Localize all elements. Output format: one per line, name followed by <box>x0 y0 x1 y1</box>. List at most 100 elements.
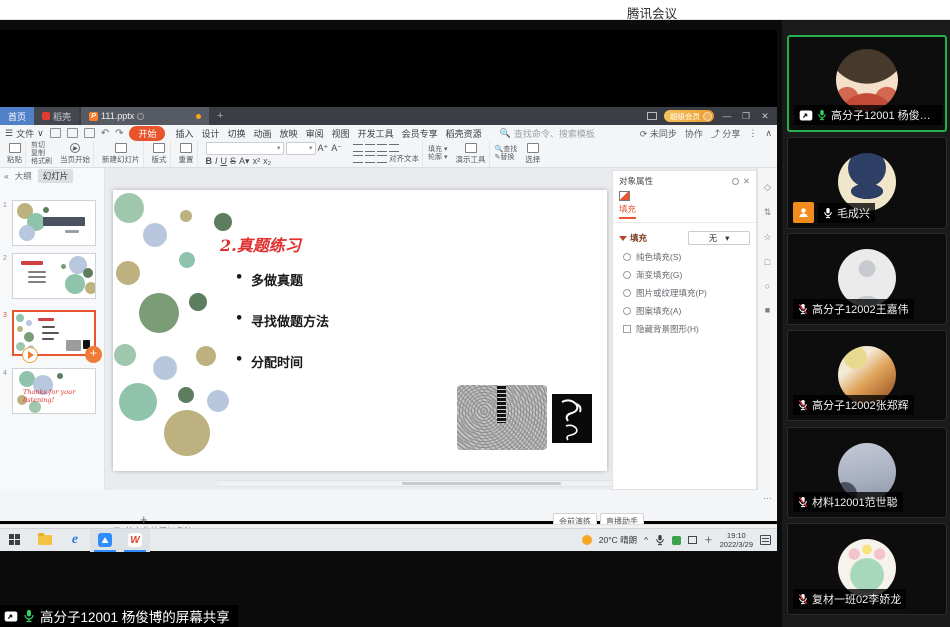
stone-rubbing-image[interactable] <box>457 385 547 450</box>
slide-title[interactable]: 2.真题练习 <box>220 232 301 256</box>
help-tool-icon[interactable]: ○ <box>765 281 770 291</box>
redo-icon[interactable]: ↷ <box>115 128 123 139</box>
participant-tile[interactable]: 高分子12001 杨俊博... <box>787 35 947 132</box>
align-left-icon[interactable] <box>353 155 363 163</box>
seal-calligraphy-image[interactable] <box>552 394 592 443</box>
minimize-button[interactable]: — <box>721 111 733 121</box>
slide-thumbnail-1[interactable] <box>12 200 96 246</box>
close-button[interactable]: ✕ <box>759 111 771 122</box>
line-spacing-icon[interactable] <box>389 144 399 152</box>
skin-tool-icon[interactable]: ◇ <box>764 182 771 193</box>
ribbon-tab[interactable]: 审阅 <box>302 128 328 140</box>
shape-outline-button[interactable]: 轮廓 ▾ <box>428 154 447 162</box>
cloud-sync-button[interactable]: ⟳ 未同步 <box>640 127 677 140</box>
security-tray-icon[interactable] <box>672 536 681 545</box>
notification-center-icon[interactable] <box>760 535 771 545</box>
file-explorer-button[interactable] <box>30 529 60 552</box>
layout-button[interactable]: 版式 <box>149 141 171 167</box>
wps-taskbar-button[interactable]: W <box>120 529 150 552</box>
select-button[interactable]: 选择 <box>522 141 543 167</box>
increase-font-icon[interactable]: A⁺ <box>318 143 329 154</box>
ribbon-tab[interactable]: 动画 <box>250 128 276 140</box>
scrollbar-thumb[interactable] <box>402 482 561 485</box>
ribbon-tab[interactable]: 稻壳资源 <box>442 128 486 140</box>
pane-tool-icon[interactable]: □ <box>765 257 770 267</box>
restore-button[interactable]: ❐ <box>740 111 752 122</box>
reset-button[interactable]: 重置 <box>176 141 198 167</box>
indent-icon[interactable] <box>377 144 387 152</box>
cut-button[interactable]: 剪切 <box>31 142 52 150</box>
layout-switch-icon[interactable] <box>647 112 657 120</box>
undo-icon[interactable]: ↶ <box>101 128 109 139</box>
share-button[interactable]: ⤴ 分享 <box>711 127 741 140</box>
copy-button[interactable]: 复制 <box>31 150 52 158</box>
fill-section-header[interactable]: 填充 无▾ <box>619 231 750 245</box>
ribbon-tab[interactable]: 会员专享 <box>398 128 442 140</box>
tray-expand-icon[interactable]: ^ <box>644 535 648 545</box>
participant-tile[interactable]: 高分子12002张郑辉 <box>787 330 947 421</box>
slide-thumbnail-3-selected[interactable]: + <box>12 310 96 356</box>
weather-text[interactable]: 20°C 晴朗 <box>599 534 637 546</box>
new-document-tab-button[interactable]: + <box>209 107 231 125</box>
fill-option-radio[interactable]: 图片或纹理填充(P) <box>623 287 746 299</box>
fill-type-dropdown[interactable]: 无▾ <box>688 231 750 245</box>
ribbon-tab[interactable]: 插入 <box>171 128 197 140</box>
network-tray-icon[interactable] <box>688 536 697 544</box>
pane-tab-slides[interactable]: 幻灯片 <box>38 169 74 183</box>
font-color-button[interactable]: A▾ <box>239 156 250 167</box>
collapse-pane-icon[interactable]: « <box>4 171 9 181</box>
fill-option-radio[interactable]: 纯色填充(S) <box>623 251 746 263</box>
more-menu-icon[interactable]: ⋮ <box>748 128 757 139</box>
ribbon-tab-start[interactable]: 开始 <box>129 126 165 141</box>
internet-explorer-button[interactable]: e <box>60 529 90 552</box>
ribbon-tab[interactable]: 视图 <box>328 128 354 140</box>
format-painter-button[interactable]: 格式刷 <box>31 158 52 166</box>
superscript-button[interactable]: x² <box>253 156 261 166</box>
shape-fill-button[interactable]: 填充 ▾ <box>428 146 447 154</box>
bullet-list-icon[interactable] <box>353 144 363 152</box>
collapse-ribbon-icon[interactable]: ∧ <box>765 128 772 139</box>
wps-document-tab[interactable]: P111.pptx <box>81 107 209 125</box>
close-panel-icon[interactable]: ✕ <box>743 176 750 187</box>
pin-icon[interactable] <box>732 178 739 185</box>
current-slide[interactable]: 2.真题练习 多做真题寻找做题方法分配时间 <box>113 190 607 471</box>
font-size-select[interactable]: ▾ <box>286 142 316 155</box>
ribbon-tab[interactable]: 放映 <box>276 128 302 140</box>
fill-tab[interactable]: 填充 <box>613 191 756 223</box>
command-search-input[interactable]: 🔍查找命令、搜索模板 <box>500 127 595 140</box>
slide-bullet-list[interactable]: 多做真题寻找做题方法分配时间 <box>235 270 329 393</box>
pane-tab-outline[interactable]: 大纲 <box>15 170 32 182</box>
italic-button[interactable]: I <box>215 156 218 166</box>
participant-tile[interactable]: 复材一班02李娇龙 <box>787 523 947 615</box>
play-from-current-button[interactable]: ▶当页开始 <box>57 141 94 167</box>
more-tools-icon[interactable]: ⋯ <box>763 493 772 504</box>
ribbon-tab[interactable]: 设计 <box>198 128 224 140</box>
slide-thumbnail-2[interactable] <box>12 253 96 299</box>
save-icon[interactable] <box>50 128 61 138</box>
resource-tool-icon[interactable]: ■ <box>765 305 770 315</box>
underline-button[interactable]: U <box>221 156 228 166</box>
ribbon-tab[interactable]: 开发工具 <box>354 128 398 140</box>
number-list-icon[interactable] <box>365 144 375 152</box>
paste-group[interactable]: 粘贴 <box>4 141 26 167</box>
tencent-meeting-taskbar-button[interactable] <box>90 529 120 552</box>
weather-sun-icon[interactable] <box>582 535 592 545</box>
wps-home-tab[interactable]: 首页 <box>0 107 34 125</box>
collaborate-button[interactable]: 协作 <box>685 127 703 140</box>
align-right-icon[interactable] <box>377 155 387 163</box>
strikethrough-button[interactable]: S <box>230 156 236 166</box>
new-slide-button[interactable]: 新建幻灯片 <box>99 141 144 167</box>
vip-member-button[interactable]: 超级会员 <box>664 110 714 122</box>
align-text-button[interactable]: 对齐文本 <box>389 153 419 164</box>
file-menu[interactable]: ☰文件∨ <box>5 127 44 140</box>
clock-date[interactable]: 19:102022/3/29 <box>720 531 753 549</box>
subscript-button[interactable]: x₂ <box>263 156 271 166</box>
new-slide-plus-button[interactable]: + <box>140 512 148 527</box>
fill-option-radio[interactable]: 渐变填充(G) <box>623 269 746 281</box>
print-icon[interactable] <box>67 128 78 138</box>
ribbon-tab[interactable]: 切换 <box>224 128 250 140</box>
decrease-font-icon[interactable]: A⁻ <box>331 143 342 154</box>
thumbnail-add-slide-button[interactable]: + <box>85 346 102 363</box>
hide-background-checkbox[interactable]: 隐藏背景图形(H) <box>623 323 746 335</box>
properties-tool-icon[interactable]: ⇅ <box>764 207 772 218</box>
